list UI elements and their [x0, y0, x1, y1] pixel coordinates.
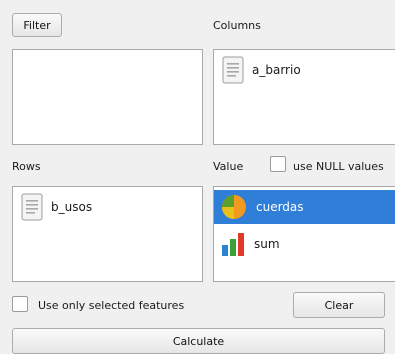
bar-chart-icon — [222, 233, 244, 256]
text-field-icon — [222, 56, 244, 84]
value-item-label: cuerdas — [256, 200, 304, 214]
filter-button[interactable]: Filter — [12, 13, 62, 37]
rows-list[interactable]: b_usos — [12, 186, 203, 282]
use-selected-features-label: Use only selected features — [38, 299, 185, 312]
value-list[interactable]: cuerdas sum — [213, 186, 395, 282]
value-item-cuerdas[interactable]: cuerdas — [214, 190, 395, 224]
use-null-values-checkbox[interactable] — [270, 156, 286, 172]
list-item[interactable]: a_barrio — [222, 56, 301, 84]
value-label: Value — [213, 160, 244, 173]
filter-list[interactable] — [12, 49, 203, 145]
text-field-icon — [21, 193, 43, 221]
clear-button[interactable]: Clear — [293, 292, 385, 318]
use-null-values-label: use NULL values — [293, 160, 384, 173]
value-item-sum[interactable]: sum — [220, 230, 280, 258]
rows-item-label: b_usos — [51, 200, 93, 214]
rows-label: Rows — [12, 160, 41, 173]
pie-chart-icon — [222, 195, 246, 219]
value-item-label: sum — [254, 237, 280, 251]
list-item[interactable]: b_usos — [21, 193, 92, 221]
use-selected-features-checkbox[interactable] — [12, 296, 28, 312]
columns-list[interactable]: a_barrio — [213, 49, 395, 145]
columns-item-label: a_barrio — [252, 63, 301, 77]
calculate-button[interactable]: Calculate — [12, 328, 385, 354]
columns-label: Columns — [213, 19, 261, 32]
